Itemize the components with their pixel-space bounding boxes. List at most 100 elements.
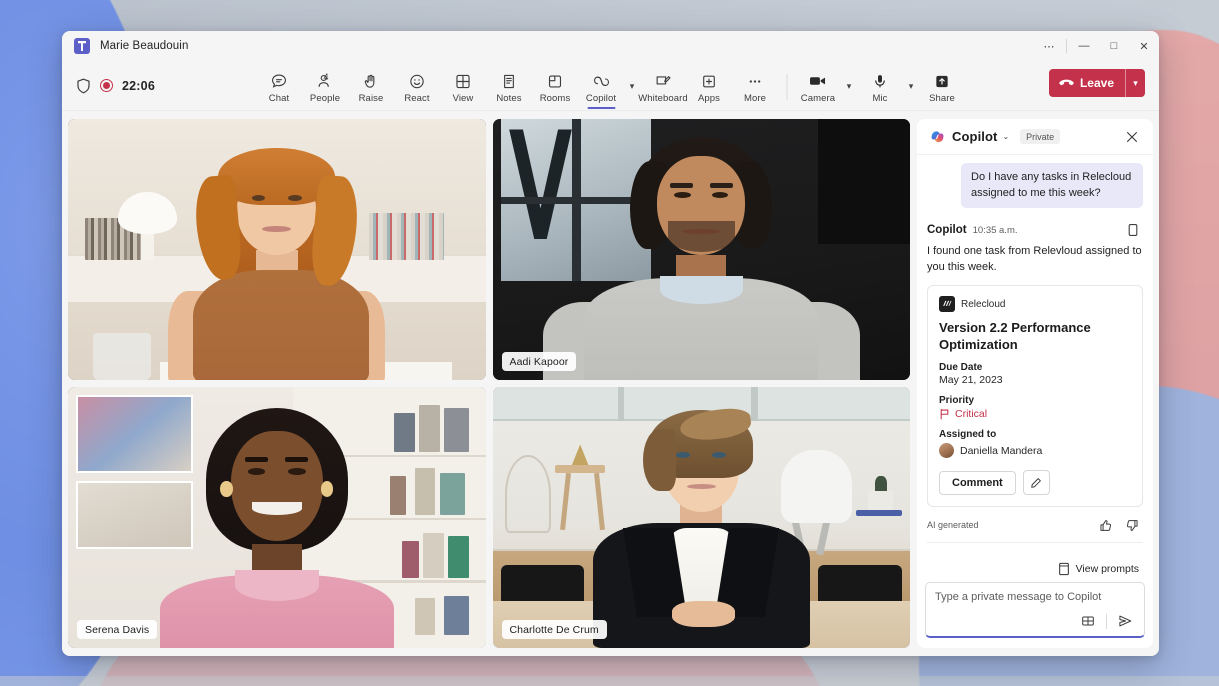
leave-button[interactable]: Leave	[1049, 69, 1125, 97]
assistant-message-text: I found one task from Relevloud assigned…	[927, 245, 1142, 274]
toolbar-label-whiteboard: Whiteboard	[638, 93, 688, 104]
toolbar-label-mic: Mic	[872, 93, 888, 104]
toolbar-item-more[interactable]: More	[732, 67, 778, 104]
copilot-conversation-scroll[interactable]: Do I have any tasks in Relecloud assigne…	[917, 155, 1153, 554]
apps-plus-icon	[701, 71, 718, 91]
task-card-actions: Comment	[939, 470, 1131, 496]
copilot-icon	[592, 71, 610, 91]
thumbs-up-icon[interactable]	[1096, 516, 1114, 534]
meeting-toolbar: 22:06 Chat 4 People Raise React View Not…	[62, 61, 1159, 111]
video-feed-2	[492, 119, 910, 380]
video-tile-4-active-speaker[interactable]: Charlotte De Crum	[492, 387, 910, 648]
meeting-timer: 22:06	[122, 78, 155, 93]
leave-dropdown-chevron-down-icon[interactable]: ▾	[1125, 69, 1145, 97]
toolbar-label-apps: Apps	[697, 93, 721, 104]
toolbar-item-mic[interactable]: Mic	[857, 67, 903, 104]
window-body: Aadi Kapoor Serena Davis Charlotte De Cr…	[62, 111, 1159, 656]
comment-button[interactable]: Comment	[939, 470, 1016, 495]
microphone-icon	[872, 71, 889, 91]
toolbar-center-group: Chat 4 People Raise React View Notes Roo…	[256, 67, 965, 109]
window-controls: ⋯ — □ ✕	[1034, 31, 1159, 61]
toolbar-label-people: People	[309, 93, 341, 104]
react-smiley-icon	[409, 71, 426, 91]
toolbar-item-notes[interactable]: Notes	[486, 67, 532, 104]
priority-label: Priority	[939, 395, 975, 407]
more-ellipsis-icon	[747, 71, 764, 91]
assistant-message-header: Copilot 10:35 a.m.	[927, 220, 1143, 240]
participant-name-chip: Charlotte De Crum	[501, 620, 607, 639]
copilot-message-input[interactable]: Type a private message to Copilot	[935, 591, 1135, 611]
task-card[interactable]: Relecloud Version 2.2 Performance Optimi…	[927, 285, 1143, 508]
participant-name-chip: Serena Davis	[77, 620, 158, 639]
raise-hand-icon	[363, 71, 380, 91]
feedback-group	[1096, 516, 1143, 534]
copilot-panel: Copilot ⌄ Private Do I have any tasks in…	[917, 119, 1153, 648]
recording-indicator-icon	[100, 79, 113, 92]
toolbar-item-copilot[interactable]: Copilot	[578, 67, 624, 109]
assistant-message-block: Copilot 10:35 a.m. I found one task from…	[927, 220, 1143, 276]
toolbar-item-raise[interactable]: Raise	[348, 67, 394, 104]
prompts-book-icon	[1058, 562, 1069, 576]
toolbar-item-chat[interactable]: Chat	[256, 67, 302, 104]
toolbar-item-camera[interactable]: Camera	[795, 67, 841, 104]
avatar	[939, 443, 954, 459]
whiteboard-icon	[655, 71, 672, 91]
toolbar-item-view[interactable]: View	[440, 67, 486, 104]
toolbar-item-rooms[interactable]: Rooms	[532, 67, 578, 104]
toolbar-item-whiteboard[interactable]: Whiteboard	[638, 67, 688, 104]
toolbar-label-view: View	[452, 93, 474, 104]
window-more-button[interactable]: ⋯	[1034, 31, 1064, 61]
toolbar-label-notes: Notes	[496, 93, 522, 104]
view-prompts-row: View prompts	[917, 554, 1153, 582]
camera-icon	[809, 71, 828, 91]
mic-dropdown-chevron-down-icon[interactable]: ▾	[903, 81, 919, 104]
camera-dropdown-chevron-down-icon[interactable]: ▾	[841, 81, 857, 104]
pencil-edit-icon[interactable]	[1022, 470, 1050, 496]
toolbar-item-apps[interactable]: Apps	[686, 67, 732, 104]
toolbar-item-share[interactable]: Share	[919, 67, 965, 104]
toolbar-label-camera: Camera	[800, 93, 836, 104]
assigned-to-name: Daniella Mandera	[960, 444, 1043, 457]
toolbar-label-more: More	[743, 93, 767, 104]
window-minimize-button[interactable]: —	[1069, 31, 1099, 61]
toolbar-divider	[786, 74, 787, 100]
task-source-row: Relecloud	[939, 296, 1131, 313]
send-icon[interactable]	[1115, 611, 1135, 631]
toolbar-label-share: Share	[929, 93, 955, 104]
view-grid-icon	[455, 71, 472, 91]
breakout-rooms-icon	[547, 71, 564, 91]
due-date-label: Due Date	[939, 362, 983, 374]
view-prompts-button[interactable]: View prompts	[1058, 562, 1139, 576]
priority-value: Critical	[955, 408, 988, 421]
copilot-privacy-badge: Private	[1020, 129, 1061, 144]
toolbar-label-react: React	[404, 93, 430, 104]
copilot-panel-header: Copilot ⌄ Private	[917, 119, 1153, 155]
toolbar-item-people[interactable]: 4 People	[302, 67, 348, 104]
video-stage-grid: Aadi Kapoor Serena Davis Charlotte De Cr…	[68, 119, 910, 648]
video-tile-3[interactable]: Serena Davis	[68, 387, 486, 648]
priority-row: Critical	[939, 408, 1131, 420]
format-grid-icon[interactable]	[1078, 611, 1098, 631]
teams-meeting-window: Marie Beaudouin ⋯ — □ ✕ 22:06 Chat 4 Peo…	[62, 31, 1159, 656]
due-date-value: May 21, 2023	[939, 374, 1003, 387]
copilot-close-icon[interactable]	[1121, 126, 1143, 148]
video-tile-1[interactable]	[68, 119, 486, 380]
copy-icon[interactable]	[1123, 220, 1143, 240]
notes-icon	[501, 71, 518, 91]
assigned-to-row: Daniella Mandera	[939, 443, 1131, 459]
copilot-title-chevron-down-icon[interactable]: ⌄	[1002, 132, 1009, 141]
toolbar-right-group: Leave ▾	[1037, 69, 1145, 102]
toolbar-item-react[interactable]: React	[394, 67, 440, 104]
video-tile-2[interactable]: Aadi Kapoor	[492, 119, 910, 380]
leave-button-group: Leave ▾	[1048, 69, 1145, 97]
window-maximize-button[interactable]: □	[1099, 31, 1129, 61]
copilot-panel-title: Copilot	[952, 129, 998, 144]
view-prompts-label: View prompts	[1075, 563, 1139, 575]
window-close-button[interactable]: ✕	[1129, 31, 1159, 61]
leave-button-label: Leave	[1079, 76, 1114, 90]
copilot-composer[interactable]: Type a private message to Copilot	[925, 582, 1145, 638]
video-feed-4	[492, 387, 910, 648]
toolbar-label-rooms: Rooms	[539, 93, 571, 104]
thumbs-down-icon[interactable]	[1123, 516, 1141, 534]
shield-icon[interactable]	[76, 78, 91, 94]
